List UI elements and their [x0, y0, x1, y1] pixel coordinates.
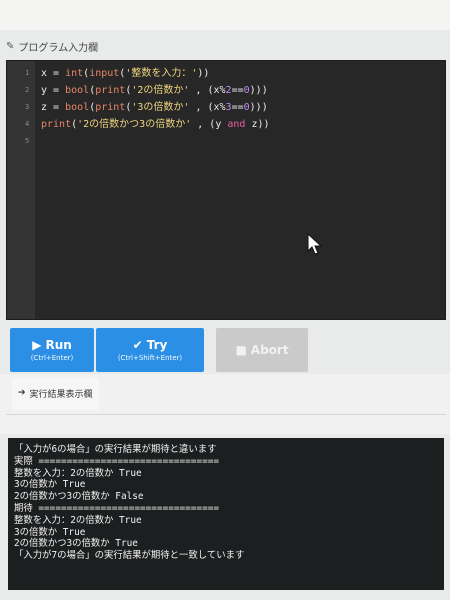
line-number: 3 — [25, 103, 30, 111]
result-tab-area: ➔ 実行結果表示欄 — [0, 374, 450, 434]
code-token: print — [95, 85, 126, 96]
code-token: input — [89, 68, 120, 79]
code-token: x = — [41, 68, 66, 79]
code-editor[interactable]: 1 x = int(input('整数を入力：')) 2 y = bool(print… — [6, 60, 446, 320]
code-token: '3の倍数か' — [131, 102, 190, 113]
run-label: Run — [45, 338, 72, 352]
code-token: print — [41, 119, 72, 130]
code-token: z)) — [245, 119, 270, 130]
code-token: z = — [41, 102, 66, 113]
code-token: bool — [65, 85, 90, 96]
code-token: print — [95, 102, 126, 113]
run-button[interactable]: ▶ Run (Ctrl+Enter) — [10, 328, 94, 372]
code-token: ))) — [249, 102, 268, 113]
run-shortcut: (Ctrl+Enter) — [30, 354, 74, 362]
mouse-cursor-icon — [307, 233, 323, 255]
code-token: '2の倍数かつ3の倍数か' — [77, 119, 192, 130]
output-line: 2の倍数かつ3の倍数か False — [14, 491, 144, 503]
code-token: int — [65, 68, 84, 79]
code-token: , (y — [191, 119, 228, 130]
code-text: y = bool(print('2の倍数か' , (x%2==0))) — [41, 82, 268, 99]
tab-results-label: 実行結果表示欄 — [29, 389, 93, 400]
line-number: 5 — [25, 137, 30, 145]
code-token: y = — [41, 85, 66, 96]
output-line: 「入力が7の場合」の実行結果が期待と一致しています — [14, 550, 245, 562]
try-button[interactable]: ✔ Try (Ctrl+Shift+Enter) — [96, 328, 204, 372]
code-token: '2の倍数か' — [131, 85, 190, 96]
abort-label: Abort — [250, 343, 289, 357]
output-lines: 「入力が6の場合」の実行結果が期待と違います 実際 ===============… — [14, 444, 438, 562]
check-icon: ✔ — [132, 338, 143, 352]
abort-button[interactable]: ■ Abort — [216, 328, 308, 372]
pencil-icon: ✎ — [6, 40, 15, 52]
code-token: , (x% — [189, 85, 226, 96]
code-token: == — [231, 85, 244, 96]
code-token: '整数を入力：' — [125, 68, 198, 79]
code-token: == — [231, 102, 244, 113]
try-shortcut: (Ctrl+Shift+Enter) — [117, 354, 183, 362]
code-text: z = bool(print('3の倍数か' , (x%3==0))) — [41, 99, 268, 116]
output-line: 期待 ================================ — [14, 502, 220, 514]
program-input-panel-header: ✎ プログラム入力欄 — [6, 32, 446, 60]
output-console: 「入力が6の場合」の実行結果が期待と違います 実際 ===============… — [8, 438, 444, 590]
stop-icon: ■ — [235, 343, 247, 357]
toolbar: ▶ Run (Ctrl+Enter) ✔ Try (Ctrl+Shift+Ent… — [6, 328, 446, 374]
try-label: Try — [146, 338, 168, 352]
line-number: 4 — [25, 120, 30, 128]
code-token: ))) — [249, 85, 268, 96]
output-line: 「入力が6の場合」の実行結果が期待と違います — [14, 444, 217, 455]
tab-divider — [6, 414, 446, 415]
line-number: 2 — [25, 86, 30, 94]
panel-title: プログラム入力欄 — [18, 42, 99, 54]
code-token: , (x% — [189, 102, 226, 113]
output-line: 3の倍数か True — [14, 526, 86, 538]
code-token: bool — [65, 102, 90, 113]
output-line: 整数を入力：2の倍数か True — [14, 514, 142, 526]
code-token: and — [227, 119, 246, 130]
code-text: print('2の倍数かつ3の倍数か' , (y and z)) — [41, 116, 270, 133]
output-line: 実際 ================================ — [14, 455, 220, 467]
line-number: 1 — [25, 69, 30, 77]
top-strip — [0, 0, 450, 30]
code-token: )) — [197, 68, 210, 79]
output-line: 整数を入力：2の倍数か True — [14, 467, 142, 479]
arrow-circle-icon: ➔ — [18, 388, 26, 398]
code-text: x = int(input('整数を入力：')) — [41, 65, 209, 82]
output-line: 2の倍数かつ3の倍数か True — [14, 538, 138, 550]
output-line: 3の倍数か True — [14, 479, 86, 491]
tab-results[interactable]: ➔ 実行結果表示欄 — [12, 378, 99, 410]
play-icon: ▶ — [32, 338, 42, 352]
